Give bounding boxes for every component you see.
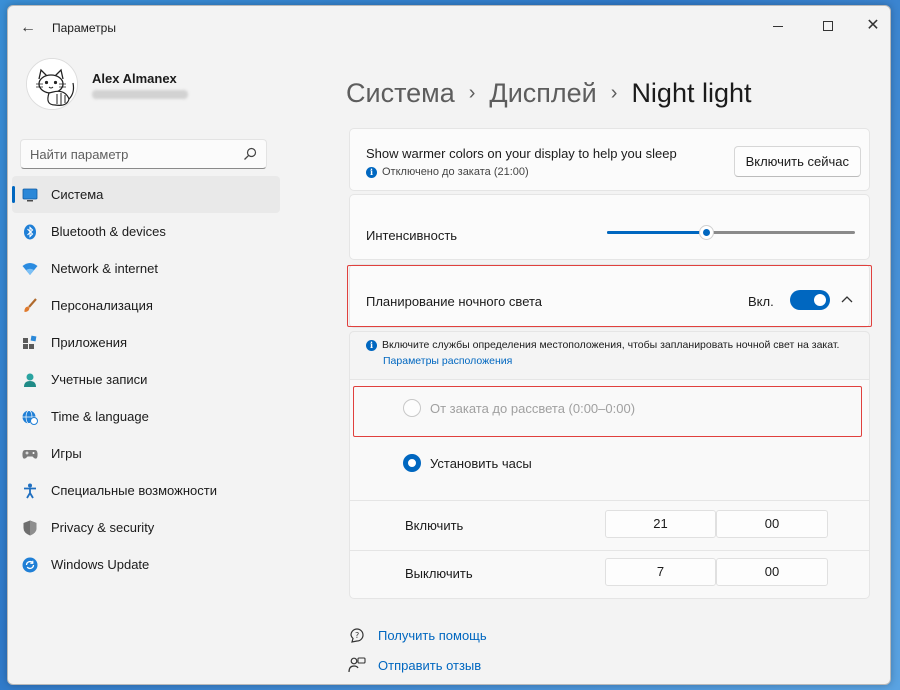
accessibility-icon	[22, 483, 38, 499]
sidebar-item-label: Windows Update	[51, 557, 150, 572]
turn-off-hour-picker[interactable]: 7	[605, 558, 716, 586]
turn-off-minute-picker[interactable]: 00	[716, 558, 828, 586]
location-settings-link[interactable]: Параметры расположения	[383, 355, 512, 367]
sidebar-item-network[interactable]: Network & internet	[12, 250, 280, 287]
sidebar-item-accessibility[interactable]: Специальные возможности	[12, 472, 280, 509]
sidebar-item-label: Time & language	[51, 409, 149, 424]
slider-thumb[interactable]	[699, 225, 715, 240]
info-icon: i	[366, 166, 377, 178]
breadcrumb-separator: ›	[610, 82, 618, 104]
highlight-box-schedule	[347, 265, 872, 327]
app-title: Параметры	[52, 21, 116, 35]
gamepad-icon	[22, 446, 38, 462]
turn-on-label: Включить	[405, 518, 464, 533]
breadcrumb-separator: ›	[468, 82, 476, 104]
sidebar-item-label: Игры	[51, 446, 82, 461]
back-button[interactable]: ←	[18, 18, 38, 38]
sidebar-item-gaming[interactable]: Игры	[12, 435, 280, 472]
user-email-blurred	[92, 90, 188, 99]
sidebar-item-accounts[interactable]: Учетные записи	[12, 361, 280, 398]
radio-label: Установить часы	[430, 455, 532, 471]
night-light-description: Show warmer colors on your display to he…	[366, 146, 677, 161]
bluetooth-icon	[22, 224, 38, 240]
search-box[interactable]	[20, 139, 267, 169]
sidebar-item-label: Учетные записи	[51, 372, 148, 387]
update-icon	[22, 557, 38, 573]
status-text: Отключено до заката (21:00)	[382, 166, 529, 178]
intensity-card: Интенсивность	[349, 194, 870, 260]
enable-now-button[interactable]: Включить сейчас	[733, 146, 861, 177]
close-icon: ✕	[866, 17, 880, 34]
monitor-icon	[22, 187, 38, 203]
feedback-link[interactable]: Отправить отзыв	[378, 658, 481, 673]
minimize-button[interactable]	[758, 12, 798, 40]
turn-on-minute-picker[interactable]: 00	[716, 510, 828, 538]
sidebar-item-system[interactable]: Система	[12, 176, 280, 213]
search-icon[interactable]	[242, 146, 258, 162]
globe-clock-icon	[22, 409, 38, 425]
close-button[interactable]: ✕	[853, 12, 890, 40]
sidebar-item-bluetooth[interactable]: Bluetooth & devices	[12, 213, 280, 250]
search-input[interactable]	[30, 145, 230, 163]
radio-button-selected[interactable]	[403, 454, 421, 472]
intensity-label: Интенсивность	[366, 228, 458, 243]
sidebar-item-label: Privacy & security	[51, 520, 155, 535]
feedback-row[interactable]: Отправить отзыв	[348, 656, 481, 674]
turn-on-hour-picker[interactable]: 21	[605, 510, 716, 538]
sidebar-item-label: Приложения	[51, 335, 128, 350]
maximize-button[interactable]	[808, 12, 848, 40]
svg-text:?: ?	[355, 631, 359, 640]
sidebar-item-time-language[interactable]: Time & language	[12, 398, 280, 435]
radio-set-hours[interactable]: Установить часы	[403, 454, 532, 472]
apps-icon	[22, 335, 38, 351]
person-icon	[22, 372, 38, 388]
night-light-status: i Отключено до заката (21:00)	[366, 166, 529, 178]
sidebar-item-personalization[interactable]: Персонализация	[12, 287, 280, 324]
breadcrumb-display[interactable]: Дисплей	[489, 78, 596, 109]
slider-fill	[607, 231, 707, 234]
help-icon: ?	[348, 626, 366, 644]
page-title: Night light	[631, 78, 752, 108]
title-bar: ← Параметры ✕	[8, 6, 890, 50]
info-icon: i	[366, 339, 377, 351]
sidebar-item-label: Network & internet	[51, 261, 158, 276]
settings-window: ← Параметры ✕ Alex Almanex Найти парамет…	[7, 5, 891, 685]
sidebar-item-apps[interactable]: Приложения	[12, 324, 280, 361]
brush-icon	[22, 297, 38, 314]
night-light-card: Show warmer colors on your display to he…	[349, 128, 870, 191]
sidebar-item-label: Персонализация	[51, 298, 153, 313]
breadcrumb: Система › Дисплей › Night light	[346, 78, 752, 109]
sidebar-item-privacy[interactable]: Privacy & security	[12, 509, 280, 546]
sidebar-item-label: Bluetooth & devices	[51, 224, 166, 239]
turn-off-label: Выключить	[405, 566, 473, 581]
sidebar-item-windows-update[interactable]: Windows Update	[12, 546, 280, 583]
intensity-slider[interactable]	[607, 225, 855, 240]
location-info: i Включите службы определения местополож…	[366, 339, 839, 351]
get-help-link[interactable]: Получить помощь	[378, 628, 487, 643]
location-info-bar: i Включите службы определения местополож…	[349, 331, 870, 380]
shield-icon	[22, 520, 38, 536]
location-info-text: Включите службы определения местоположен…	[382, 339, 840, 351]
wifi-icon	[22, 261, 38, 277]
maximize-icon	[823, 21, 833, 31]
divider	[349, 550, 870, 551]
sidebar-item-label: Специальные возможности	[51, 483, 217, 498]
highlight-box-sunset-option	[353, 386, 862, 437]
avatar[interactable]	[26, 58, 78, 110]
divider	[349, 500, 870, 501]
sidebar-item-label: Система	[51, 187, 104, 202]
get-help-row[interactable]: ? Получить помощь	[348, 626, 487, 644]
back-arrow-icon: ←	[20, 19, 36, 36]
cat-avatar-icon	[27, 59, 77, 109]
feedback-icon	[348, 656, 366, 674]
breadcrumb-system[interactable]: Система	[346, 78, 455, 109]
minimize-icon	[773, 25, 783, 27]
sidebar-nav: Система Bluetooth & devices Network & in…	[12, 176, 280, 583]
user-name: Alex Almanex	[92, 71, 177, 86]
